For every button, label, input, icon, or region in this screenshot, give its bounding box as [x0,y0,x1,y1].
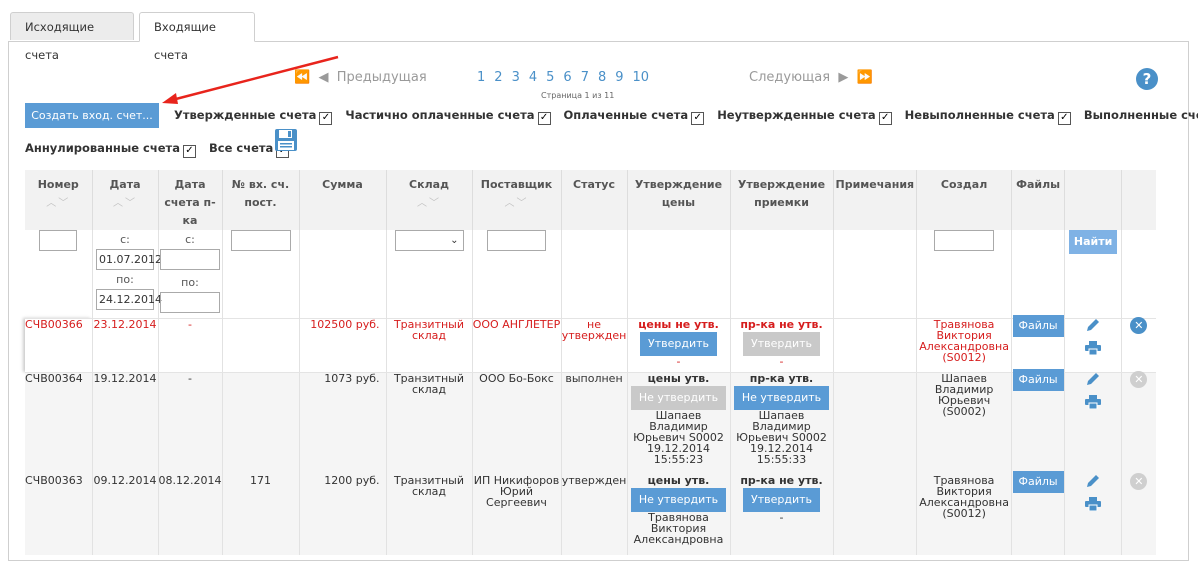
tab-outgoing-invoices[interactable]: Исходящие счета [10,12,134,62]
date-from-input[interactable]: 01.07.2012 [96,249,162,270]
date-to-input[interactable]: 24.12.2014 [96,289,162,310]
find-button[interactable]: Найти [1069,230,1118,254]
next-page-link[interactable]: Следующая ▶ ⏩ [749,70,873,85]
page-link[interactable]: 10 [633,70,650,85]
col-receipt-approval: Утверждение приемки [729,170,833,230]
create-incoming-invoice-button[interactable]: Создать вход. счет... [25,103,159,128]
unapprove-price-button[interactable]: Не утвердить [630,385,727,410]
save-icon[interactable] [274,128,298,152]
invoices-table: Номер ︿﹀ Дата ︿﹀ Дата счета п-ка № вх. сч.… [25,170,1156,555]
approve-price-button[interactable]: Утвердить [640,331,717,356]
sort-icon[interactable]: ︿﹀ [417,198,441,209]
col-number[interactable]: Номер ︿﹀ [25,170,92,230]
delete-icon[interactable]: ✕ [1130,370,1148,388]
filter-cancelled[interactable]: Аннулированные счета ✓ [25,141,196,158]
col-sum: Сумма [298,170,386,230]
edit-pencil-icon[interactable] [1085,371,1101,387]
col-delete [1121,170,1156,230]
col-price-approval: Утверждение цены [626,170,730,230]
edit-pencil-icon[interactable] [1085,473,1101,489]
delete-icon[interactable]: ✕ [1130,473,1148,490]
checkbox[interactable]: ✓ [182,145,196,158]
page-link[interactable]: 7 [581,70,589,85]
page-link[interactable]: 8 [598,70,606,85]
edit-pencil-icon[interactable] [1085,317,1101,333]
status-filters-row2: Аннулированные счета✓ Все счета✓ [25,141,298,158]
tab-incoming-invoices[interactable]: Входящие счета [139,12,255,62]
page-info: Страница 1 из 11 [541,91,615,100]
filter-unapproved[interactable]: Неутвержденные счета ✓ [717,108,892,125]
col-creator: Создал [916,170,1012,230]
table-row[interactable]: СЧВ00366 23.12.2014 - 102500 руб. Транзи… [25,314,1156,373]
files-button[interactable]: Файлы [1012,368,1064,391]
page-numbers: 1 2 3 4 5 6 7 8 9 10 [477,70,658,85]
checkbox[interactable]: ✓ [878,112,892,125]
print-icon[interactable] [1085,497,1102,511]
checkbox[interactable]: ✓ [537,112,551,125]
supplier-filter-input[interactable] [487,230,546,251]
table-row[interactable]: СЧВ00364 19.12.2014 - 1073 руб. Транзитн… [25,368,1156,475]
number-filter-input[interactable] [39,230,78,251]
help-icon[interactable]: ? [1136,68,1158,90]
warehouse-select[interactable]: ⌄ [394,230,464,251]
page-link[interactable]: 5 [546,70,554,85]
print-icon[interactable] [1085,340,1102,355]
table-row[interactable]: СЧВ00363 09.12.2014 08.12.2014 171 1200 … [25,471,1156,555]
filter-fulfilled[interactable]: Выполненные счета✓ [1084,108,1198,125]
prev-page-link[interactable]: ⏪ ◀ Предыдущая [294,70,427,85]
col-notes: Примечания [832,170,917,230]
col-date[interactable]: Дата ︿﹀ [91,170,158,230]
supplier-date-from-input[interactable] [160,249,220,270]
checkbox[interactable]: ✓ [319,112,333,125]
page-link[interactable]: 1 [477,70,485,85]
sort-icon[interactable]: ︿﹀ [46,198,70,209]
in-number-filter-input[interactable] [230,230,291,251]
status-filters: Утвержденные счета ✓ Частично оплаченные … [174,108,1198,125]
page-link[interactable]: 2 [494,70,502,85]
approve-receipt-button[interactable]: Утвердить [743,488,820,512]
chevron-down-icon: ⌄ [450,235,459,246]
files-button[interactable]: Файлы [1012,471,1064,493]
pagination: ⏪ ◀ Предыдущая 1 2 3 4 5 6 7 8 9 10 Следующая ▶ ⏩ [0,70,1198,90]
filter-approved[interactable]: Утвержденные счета ✓ [174,108,333,125]
page-link[interactable]: 3 [512,70,520,85]
col-warehouse[interactable]: Склад ︿﹀ [385,170,472,230]
col-in-number: № вх. сч. пост. [221,170,299,230]
col-status: Статус [560,170,627,230]
col-files: Файлы [1011,170,1065,230]
approve-receipt-button[interactable]: Утвердить [743,331,820,356]
col-supplier-date: Дата счета п-ка [157,170,222,230]
prev-arrow-icon: ◀ [318,70,329,85]
page-link[interactable]: 6 [563,70,571,85]
checkbox[interactable]: ✓ [1057,112,1071,125]
page-link[interactable]: 4 [529,70,537,85]
first-page-icon[interactable]: ⏪ [294,70,310,85]
page-link[interactable]: 9 [615,70,623,85]
files-button[interactable]: Файлы [1012,314,1064,337]
sort-icon[interactable]: ︿﹀ [113,198,137,209]
col-actions [1064,170,1122,230]
filter-paid[interactable]: Оплаченные счета ✓ [564,108,705,125]
filter-row: с: 01.07.2012 по: 24.12.2014 с: по: ⌄ На… [25,230,1156,318]
filter-partially-paid[interactable]: Частично оплаченные счета ✓ [345,108,551,125]
creator-filter-input[interactable] [934,230,995,251]
next-arrow-icon: ▶ [838,70,849,85]
header-row: Номер ︿﹀ Дата ︿﹀ Дата счета п-ка № вх. сч.… [25,170,1156,230]
sort-icon[interactable]: ︿﹀ [505,198,529,209]
print-icon[interactable] [1085,394,1102,409]
unapprove-price-button[interactable]: Не утвердить [630,488,727,512]
checkbox[interactable]: ✓ [691,112,705,125]
filter-unfulfilled[interactable]: Невыполненные счета ✓ [905,108,1071,125]
unapprove-receipt-button[interactable]: Не утвердить [733,385,830,410]
supplier-date-to-input[interactable] [160,292,220,313]
last-page-icon[interactable]: ⏩ [857,70,873,85]
col-supplier[interactable]: Поставщик ︿﹀ [471,170,561,230]
delete-icon[interactable]: ✕ [1130,316,1148,334]
